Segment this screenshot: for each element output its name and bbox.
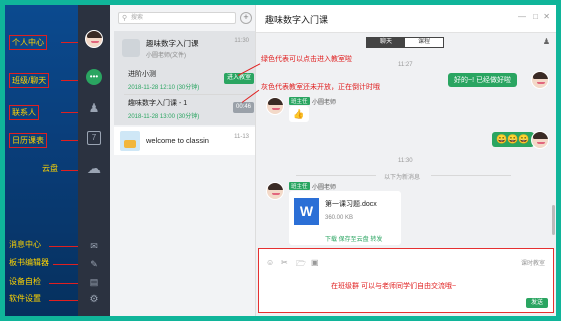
lesson-item[interactable]: 趣味数字入门课 - 1 2018-11-28 13:00 (30分钟) 00:4… (128, 98, 256, 120)
close-icon[interactable]: ✕ (543, 12, 550, 21)
cloud-icon[interactable]: ☁ (87, 161, 101, 175)
nav-label-calendar: 日历课表 (9, 133, 47, 148)
nav-label-cloud: 云盘 (42, 164, 58, 173)
feature-nav: 个人中心 班级/聊天 联系人 日历课表 云盘 消息中心 板书编辑器 设备自检 软… (5, 5, 79, 316)
chat-thumbnail (120, 131, 140, 151)
send-button[interactable]: 发送 (526, 298, 548, 308)
thumbs-up-emoji: 👍 (293, 109, 305, 119)
timestamp: 11:30 (398, 158, 413, 164)
search-placeholder: 搜索 (131, 15, 144, 21)
chat-item[interactable]: welcome to classin 11-13 (114, 127, 255, 155)
course-icon (122, 39, 140, 57)
conversation-list: ⚲ 搜索 + 趣味数字入门课 11:30 小圆老师(文件) 进阶小测 2018-… (110, 5, 256, 316)
student-avatar (531, 131, 549, 149)
classroom-tool[interactable]: 课时教室 (521, 258, 545, 267)
members-icon[interactable]: ♟ (543, 37, 550, 46)
chat-title: 趣味数字入门课 (265, 15, 329, 25)
chat-tabs: 聊天 课程 (366, 37, 444, 48)
chat-pane: 趣味数字入门课 — □ ✕ 聊天 课程 ♟ 11:27 好的~! 已经做好啦 班… (256, 5, 556, 316)
timestamp: 11:27 (398, 62, 413, 68)
calendar-icon[interactable]: 7 (87, 131, 101, 145)
file-name: 第一课习题.docx (325, 201, 377, 208)
search-icon: ⚲ (122, 15, 128, 22)
nav-label-messages: 消息中心 (9, 240, 41, 249)
nav-label-device-check: 设备自检 (9, 277, 41, 286)
file-card[interactable]: W 第一课习题.docx 360.00 KB 下载 保存至云盘 转发 (289, 191, 401, 245)
search-input[interactable]: ⚲ 搜索 (118, 12, 236, 24)
minimize-icon[interactable]: — (518, 12, 526, 21)
image-icon[interactable]: ▣ (311, 258, 319, 267)
mail-icon[interactable]: ✉ (87, 239, 101, 253)
course-title: 趣味数字入门课 (146, 39, 199, 48)
student-avatar (531, 71, 549, 89)
new-messages-divider: 以下为新消息 (384, 175, 421, 181)
message-bubble: 😀😀😀 (492, 132, 534, 147)
word-file-icon: W (294, 198, 319, 225)
lesson-item[interactable]: 进阶小测 2018-11-28 12:10 (30分钟) 进入教室 (128, 69, 256, 91)
course-item[interactable]: 趣味数字入门课 11:30 小圆老师(文件) 进阶小测 2018-11-28 1… (114, 31, 255, 125)
user-avatar[interactable] (85, 30, 103, 48)
gear-icon[interactable]: ⚙ (87, 293, 101, 307)
maximize-icon[interactable]: □ (533, 12, 538, 21)
sender-name: 小圆老师 (312, 185, 337, 191)
emoji-message: 😀😀😀 (496, 134, 530, 144)
nav-label-class-chat: 班级/聊天 (9, 73, 50, 88)
app-window: 个人中心 班级/聊天 联系人 日历课表 云盘 消息中心 板书编辑器 设备自检 软… (5, 5, 556, 316)
nav-label-contacts: 联系人 (9, 105, 39, 120)
folder-icon[interactable]: 🗁 (296, 258, 306, 272)
icon-sidebar: ••• ♟ 7 ☁ ✉ ✎ ▤ ⚙ (78, 5, 110, 316)
nav-label-settings: 软件设置 (9, 294, 41, 303)
course-time: 11:30 (234, 38, 249, 44)
tab-chat[interactable]: 聊天 (367, 38, 405, 47)
nav-label-profile: 个人中心 (9, 35, 47, 50)
course-subtitle: 小圆老师(文件) (146, 53, 186, 59)
contacts-icon[interactable]: ♟ (87, 101, 101, 115)
message-bubble: 👍 (289, 106, 309, 122)
teacher-avatar (266, 97, 284, 115)
board-editor-icon[interactable]: ✎ (87, 257, 101, 271)
annotation-green: 绿色代表可以点击进入教室啦 (261, 56, 352, 63)
file-actions[interactable]: 下载 保存至云盘 转发 (325, 234, 382, 243)
add-button[interactable]: + (240, 12, 252, 24)
chat-header: 趣味数字入门课 — □ ✕ (256, 5, 556, 33)
sender-name: 小圆老师 (312, 100, 337, 106)
message-bubble: 好的~! 已经做好啦 (448, 73, 517, 87)
annotation-grey: 灰色代表教室还未开放，正在倒计时哦 (261, 84, 380, 91)
chat-name: welcome to classin (146, 136, 209, 145)
emoji-icon[interactable]: ☺ (266, 258, 274, 267)
chat-time: 11-13 (234, 134, 249, 140)
device-check-icon[interactable]: ▤ (87, 275, 101, 289)
scrollbar[interactable] (552, 205, 555, 235)
tab-course[interactable]: 课程 (405, 38, 443, 47)
chat-icon[interactable]: ••• (86, 69, 102, 85)
nav-label-board-editor: 板书编辑器 (9, 258, 49, 267)
role-badge: 班主任 (289, 97, 310, 105)
teacher-avatar (266, 182, 284, 200)
role-badge: 班主任 (289, 182, 310, 190)
annotation-input: 在班级群 可以与老师同学们自由交流哦~ (331, 283, 457, 290)
scissors-icon[interactable]: ✂ (281, 258, 288, 267)
countdown-button[interactable]: 00:46 (232, 102, 254, 113)
file-size: 360.00 KB (325, 215, 354, 221)
